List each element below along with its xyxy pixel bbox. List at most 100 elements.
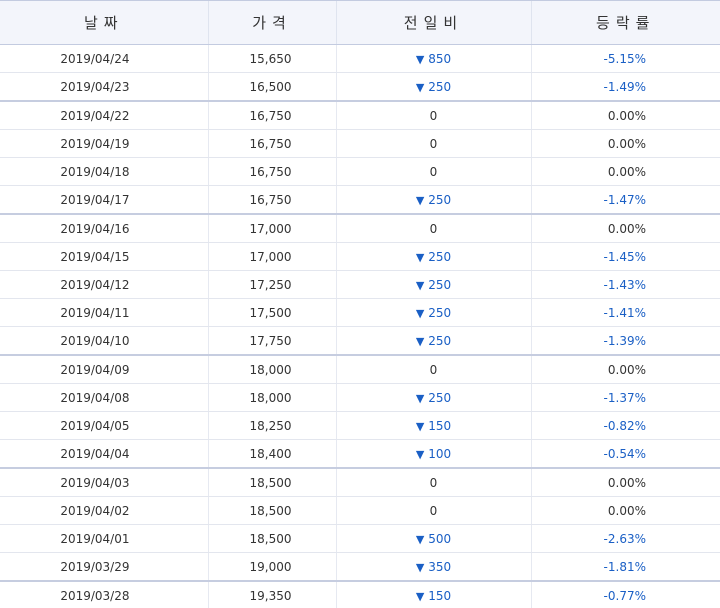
row-rate: -0.82% (530, 411, 720, 440)
row-rate: 0.00% (530, 157, 720, 186)
row-change: ▼ 150 (335, 411, 531, 440)
column-header-date: 날짜 (0, 0, 208, 45)
row-rate: -1.39% (530, 326, 720, 356)
row-change-value: 0 (429, 475, 438, 490)
row-change: 0 (335, 157, 531, 186)
table-row: 2019/04/24 15,650 ▼ 850 -5.15% (0, 44, 720, 73)
row-price: 16,750 (207, 157, 336, 186)
table-row: 2019/04/03 18,500 0 0.00% (0, 468, 720, 497)
row-rate: -0.77% (530, 581, 720, 608)
table-body: 2019/04/24 15,650 ▼ 850 -5.15% 2019/04/23 16,5… (0, 44, 720, 608)
row-rate: -5.15% (530, 44, 720, 73)
row-rate: 0.00% (530, 129, 720, 158)
row-price: 18,500 (207, 496, 336, 525)
table-row: 2019/04/16 17,000 0 0.00% (0, 214, 720, 243)
row-rate: -1.41% (530, 298, 720, 327)
row-price: 16,750 (207, 129, 336, 158)
table-row: 2019/04/05 18,250 ▼ 150 -0.82% (0, 411, 720, 440)
row-rate: 0.00% (530, 496, 720, 525)
row-date: 2019/04/24 (0, 44, 208, 73)
row-change: ▼ 500 (335, 524, 531, 553)
row-change: ▼ 100 (335, 439, 531, 469)
row-date: 2019/04/02 (0, 496, 208, 525)
down-arrow-icon: ▼ (415, 447, 425, 461)
row-change-value: 250 (428, 390, 452, 405)
row-rate: -1.37% (530, 383, 720, 412)
down-arrow-icon: ▼ (415, 306, 425, 320)
row-price: 16,750 (207, 185, 336, 215)
table-row: 2019/04/01 18,500 ▼ 500 -2.63% (0, 524, 720, 553)
row-rate: 0.00% (530, 355, 720, 384)
price-history-table: 날짜 가격 전일비 등락률 2019/04/24 15,650 ▼ 850 -5.15%… (0, 0, 720, 608)
table-row: 2019/04/08 18,000 ▼ 250 -1.37% (0, 383, 720, 412)
row-rate: -1.43% (530, 270, 720, 299)
row-change-value: 250 (428, 305, 452, 320)
row-rate: 0.00% (530, 101, 720, 130)
row-change-value: 250 (428, 249, 452, 264)
row-rate: -1.81% (530, 552, 720, 582)
row-change-value: 850 (428, 51, 452, 66)
row-change: ▼ 350 (335, 552, 531, 582)
down-arrow-icon: ▼ (415, 52, 425, 66)
row-rate: -1.47% (530, 185, 720, 215)
row-change-value: 250 (428, 333, 452, 348)
row-change-value: 0 (429, 362, 438, 377)
row-change-value: 0 (429, 136, 438, 151)
row-date: 2019/04/01 (0, 524, 208, 553)
down-arrow-icon: ▼ (415, 278, 425, 292)
row-rate: 0.00% (530, 214, 720, 243)
down-arrow-icon: ▼ (415, 391, 425, 405)
row-change-value: 350 (428, 559, 452, 574)
row-price: 17,000 (207, 214, 336, 243)
row-change-value: 0 (429, 221, 438, 236)
row-change-value: 500 (428, 531, 452, 546)
row-price: 17,500 (207, 298, 336, 327)
row-price: 17,250 (207, 270, 336, 299)
table-row: 2019/04/23 16,500 ▼ 250 -1.49% (0, 72, 720, 102)
row-change-value: 250 (428, 79, 452, 94)
down-arrow-icon: ▼ (415, 193, 425, 207)
down-arrow-icon: ▼ (415, 80, 425, 94)
row-date: 2019/04/12 (0, 270, 208, 299)
row-rate: -2.63% (530, 524, 720, 553)
row-change-value: 0 (429, 164, 438, 179)
table-row: 2019/04/10 17,750 ▼ 250 -1.39% (0, 326, 720, 356)
row-price: 17,000 (207, 242, 336, 271)
row-date: 2019/04/17 (0, 185, 208, 215)
row-change: 0 (335, 355, 531, 384)
table-row: 2019/03/28 19,350 ▼ 150 -0.77% (0, 581, 720, 608)
row-change-value: 150 (428, 418, 452, 433)
row-change: ▼ 250 (335, 242, 531, 271)
row-date: 2019/04/10 (0, 326, 208, 356)
row-change-value: 150 (428, 588, 452, 603)
down-arrow-icon: ▼ (415, 419, 425, 433)
table-row: 2019/04/04 18,400 ▼ 100 -0.54% (0, 439, 720, 469)
column-header-change: 전일비 (335, 0, 531, 45)
row-date: 2019/04/11 (0, 298, 208, 327)
row-date: 2019/04/18 (0, 157, 208, 186)
row-price: 16,750 (207, 101, 336, 130)
row-date: 2019/04/08 (0, 383, 208, 412)
row-change: ▼ 250 (335, 298, 531, 327)
table-row: 2019/04/12 17,250 ▼ 250 -1.43% (0, 270, 720, 299)
row-date: 2019/04/23 (0, 72, 208, 102)
table-row: 2019/04/15 17,000 ▼ 250 -1.45% (0, 242, 720, 271)
row-change: 0 (335, 101, 531, 130)
row-change: ▼ 250 (335, 326, 531, 356)
table-row: 2019/04/09 18,000 0 0.00% (0, 355, 720, 384)
row-price: 18,400 (207, 439, 336, 469)
column-header-rate: 등락률 (530, 0, 720, 45)
down-arrow-icon: ▼ (415, 250, 425, 264)
row-price: 17,750 (207, 326, 336, 356)
row-change-value: 0 (429, 108, 438, 123)
row-change: 0 (335, 468, 531, 497)
row-date: 2019/04/16 (0, 214, 208, 243)
row-date: 2019/03/29 (0, 552, 208, 582)
table-row: 2019/04/18 16,750 0 0.00% (0, 157, 720, 186)
row-price: 18,250 (207, 411, 336, 440)
table-row: 2019/04/19 16,750 0 0.00% (0, 129, 720, 158)
table-header-row: 날짜 가격 전일비 등락률 (0, 0, 720, 45)
row-date: 2019/04/15 (0, 242, 208, 271)
row-price: 19,000 (207, 552, 336, 582)
table-row: 2019/04/22 16,750 0 0.00% (0, 101, 720, 130)
